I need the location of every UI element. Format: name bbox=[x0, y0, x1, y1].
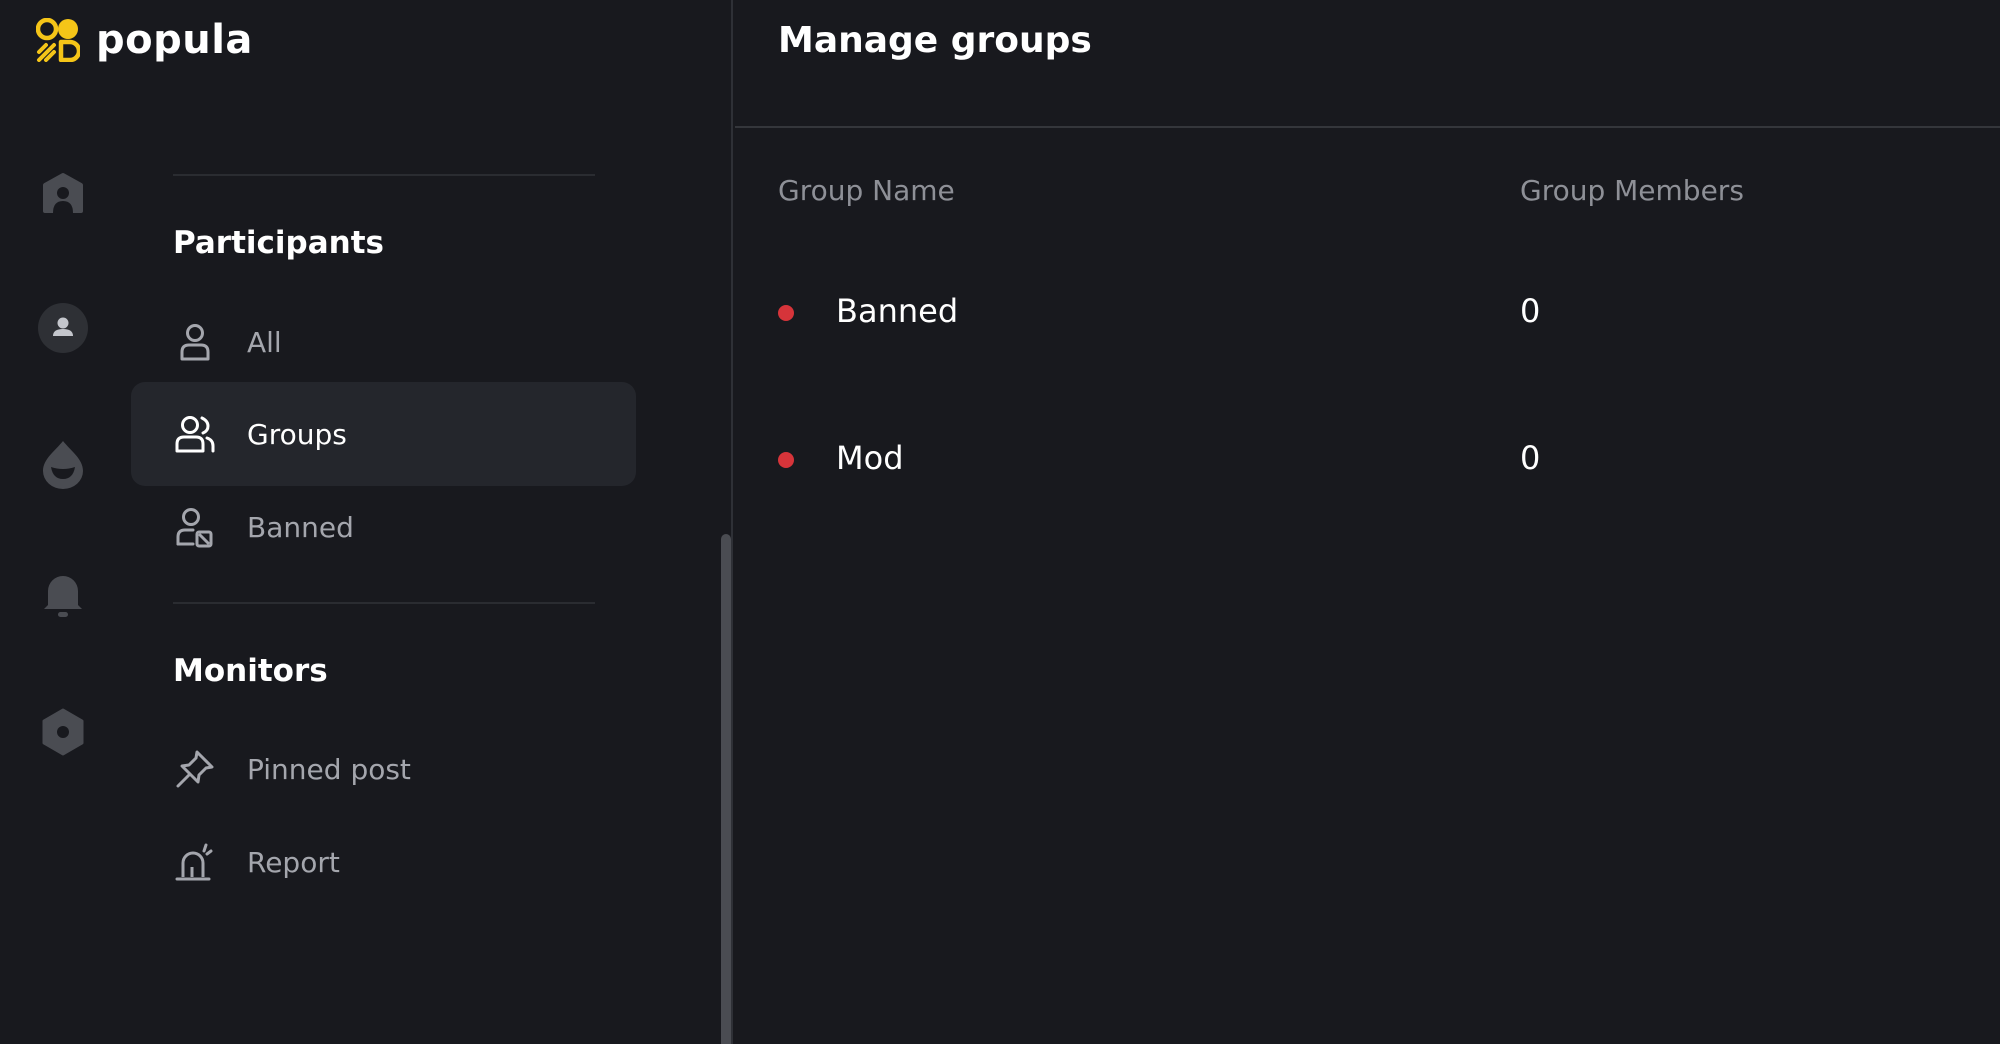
community-icon bbox=[43, 173, 83, 213]
sidebar-scrollbar[interactable] bbox=[721, 534, 731, 1044]
column-header-group-members: Group Members bbox=[1520, 174, 1744, 207]
status-dot bbox=[778, 452, 794, 468]
group-members-count: 0 bbox=[1520, 439, 1541, 477]
fire-drop-icon bbox=[43, 441, 83, 489]
logo[interactable]: popula bbox=[36, 18, 253, 62]
status-dot bbox=[778, 305, 794, 321]
page-title: Manage groups bbox=[778, 20, 1092, 61]
nav-item-pinned-post[interactable]: Pinned post bbox=[131, 717, 636, 821]
nav-item-report[interactable]: Report bbox=[131, 810, 636, 914]
table-row[interactable]: Banned 0 bbox=[778, 284, 1958, 344]
section-divider bbox=[173, 174, 595, 176]
user-circle-icon bbox=[38, 303, 88, 353]
nav-item-banned[interactable]: Banned bbox=[131, 475, 636, 579]
nav-item-label: Banned bbox=[247, 510, 354, 544]
nav-item-label: All bbox=[247, 325, 282, 359]
user-banned-icon bbox=[173, 505, 217, 549]
sidebar: popula Participants All Groups Banned Mo… bbox=[0, 0, 733, 1044]
user-icon bbox=[173, 320, 217, 364]
nav-item-label: Pinned post bbox=[247, 752, 411, 786]
section-divider bbox=[173, 602, 595, 604]
popula-logo-icon bbox=[36, 18, 80, 62]
users-icon bbox=[173, 412, 217, 456]
logo-text: popula bbox=[96, 17, 253, 63]
bell-icon bbox=[44, 576, 82, 617]
rail-profile-button[interactable] bbox=[38, 303, 88, 353]
nav-item-all[interactable]: All bbox=[131, 290, 636, 394]
nav-item-groups[interactable]: Groups bbox=[131, 382, 636, 486]
settings-icon bbox=[42, 708, 84, 756]
rail-settings-button[interactable] bbox=[38, 707, 88, 757]
section-title-participants: Participants bbox=[173, 225, 384, 261]
page-header: Manage groups bbox=[735, 0, 2000, 128]
nav-item-label: Report bbox=[247, 845, 340, 879]
group-name: Mod bbox=[836, 439, 904, 477]
rail-notifications-button[interactable] bbox=[38, 570, 88, 620]
table-row[interactable]: Mod 0 bbox=[778, 431, 1958, 491]
rail-trending-button[interactable] bbox=[38, 439, 88, 489]
group-members-count: 0 bbox=[1520, 292, 1541, 330]
group-name: Banned bbox=[836, 292, 959, 330]
app-window: popula Participants All Groups Banned Mo… bbox=[0, 0, 2000, 1044]
column-header-group-name: Group Name bbox=[778, 174, 955, 207]
pin-icon bbox=[173, 747, 217, 791]
rail-community-button[interactable] bbox=[38, 169, 88, 219]
nav-item-label: Groups bbox=[247, 417, 347, 451]
section-title-monitors: Monitors bbox=[173, 653, 328, 689]
main-content: Manage groups Group Name Group Members B… bbox=[735, 0, 2000, 1044]
siren-icon bbox=[173, 840, 217, 884]
